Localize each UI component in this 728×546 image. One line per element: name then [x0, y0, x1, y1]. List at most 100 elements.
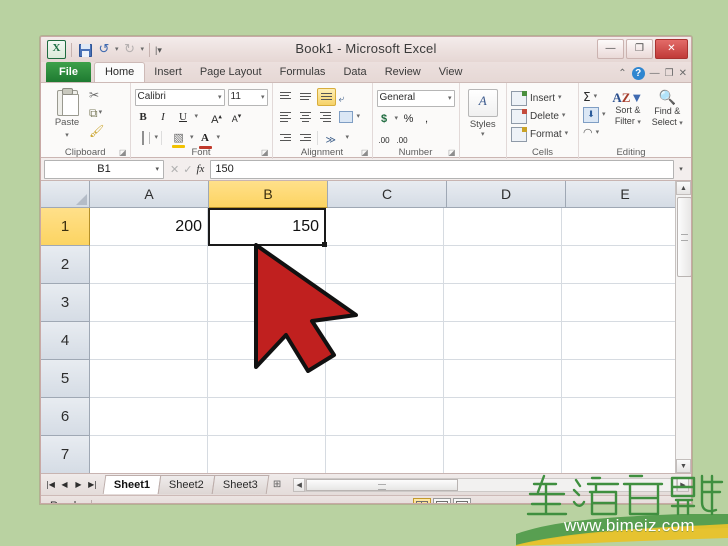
tab-review[interactable]: Review [376, 63, 430, 82]
number-format-combo[interactable]: General ▾ [376, 89, 455, 107]
insert-cells-button[interactable]: Insert ▾ [511, 89, 574, 107]
row-header-7[interactable]: 7 [41, 436, 90, 473]
hscroll-thumb[interactable] [306, 478, 459, 491]
column-header-b[interactable]: B [209, 181, 328, 208]
decrease-indent-button[interactable] [277, 130, 294, 146]
comma-button[interactable]: , [419, 111, 434, 127]
cancel-icon[interactable]: ✕ [170, 163, 179, 176]
tab-formulas[interactable]: Formulas [271, 63, 335, 82]
cell-a7[interactable] [90, 436, 208, 473]
format-caret-icon[interactable]: ▾ [565, 126, 569, 142]
cell-a3[interactable] [90, 284, 208, 322]
copy-button[interactable]: ⧉ ▾ [89, 105, 113, 121]
cell-e2[interactable] [562, 246, 680, 284]
column-header-c[interactable]: C [328, 181, 447, 208]
cell-c3[interactable] [326, 284, 444, 322]
tab-view[interactable]: View [430, 63, 472, 82]
row-header-5[interactable]: 5 [41, 360, 90, 398]
cell-c7[interactable] [326, 436, 444, 473]
page-break-view-button[interactable] [453, 498, 471, 503]
cell-a6[interactable] [90, 398, 208, 436]
font-name-combo[interactable]: Calibri ▾ [134, 88, 225, 106]
currency-button[interactable]: $ [377, 111, 392, 127]
formula-input[interactable]: 150 [210, 159, 674, 179]
doc-restore-icon[interactable]: ❐ [665, 68, 674, 79]
cell-e3[interactable] [562, 284, 680, 322]
tab-home[interactable]: Home [93, 62, 146, 83]
fill-caret-icon[interactable]: ▾ [602, 107, 606, 123]
font-color-caret-icon[interactable]: ▾ [217, 130, 221, 146]
fill-color-caret-icon[interactable]: ▾ [190, 130, 194, 146]
expand-formula-bar-icon[interactable]: ▾ [674, 165, 688, 173]
number-dialog-launcher-icon[interactable]: ◪ [448, 148, 456, 157]
cell-d5[interactable] [444, 360, 562, 398]
sheet-tab-sheet3[interactable]: Sheet3 [211, 475, 270, 494]
autosum-caret-icon[interactable]: ▾ [594, 89, 598, 105]
copy-caret-icon[interactable]: ▾ [99, 105, 103, 121]
align-center-button[interactable] [297, 109, 314, 125]
cell-b4[interactable] [208, 322, 326, 360]
scroll-down-button[interactable]: ▼ [676, 459, 691, 473]
format-painter-button[interactable]: 🖌 [89, 123, 113, 139]
cell-b2[interactable] [208, 246, 326, 284]
merge-center-button[interactable] [337, 109, 354, 125]
find-select-caret-icon[interactable]: ▾ [679, 120, 683, 127]
cell-a2[interactable] [90, 246, 208, 284]
orientation-caret-icon[interactable]: ▾ [346, 130, 350, 146]
horizontal-scrollbar[interactable]: ◀ ▶ [293, 477, 689, 492]
grow-font-button[interactable]: A▴ [208, 109, 225, 126]
find-select-button[interactable]: 🔍 Find & Select ▾ [648, 88, 687, 142]
delete-caret-icon[interactable]: ▾ [562, 108, 566, 124]
clear-button[interactable]: ◠ ▾ [583, 124, 608, 142]
insert-caret-icon[interactable]: ▾ [558, 90, 562, 106]
clipboard-dialog-launcher-icon[interactable]: ◪ [119, 148, 127, 157]
cell-e5[interactable] [562, 360, 680, 398]
font-size-combo[interactable]: 11 ▾ [227, 88, 268, 106]
close-button[interactable]: ✕ [655, 39, 688, 59]
row-header-4[interactable]: 4 [41, 322, 90, 360]
cell-d6[interactable] [444, 398, 562, 436]
normal-view-button[interactable] [413, 498, 431, 503]
delete-cells-button[interactable]: Delete ▾ [511, 107, 574, 125]
cell-d1[interactable] [444, 208, 562, 246]
cell-b5[interactable] [208, 360, 326, 398]
cell-b1[interactable]: 150 [208, 208, 327, 247]
new-sheet-icon[interactable]: ⊞ [267, 479, 287, 490]
paste-button[interactable]: Paste ▾ [45, 85, 89, 141]
column-header-a[interactable]: A [90, 181, 209, 208]
restore-button[interactable]: ❐ [626, 39, 653, 59]
cell-b3[interactable] [208, 284, 326, 322]
align-bottom-button[interactable] [316, 88, 336, 106]
cell-b6[interactable] [208, 398, 326, 436]
page-layout-view-button[interactable] [433, 498, 451, 503]
hscroll-left-button[interactable]: ◀ [293, 477, 306, 492]
cell-c2[interactable] [326, 246, 444, 284]
underline-caret-icon[interactable]: ▾ [195, 109, 199, 125]
cell-d3[interactable] [444, 284, 562, 322]
row-header-3[interactable]: 3 [41, 284, 90, 322]
scroll-up-button[interactable]: ▲ [676, 181, 691, 195]
fill-button[interactable]: ⬇ ▾ [583, 106, 608, 124]
hscroll-right-button[interactable]: ▶ [677, 477, 689, 492]
tab-data[interactable]: Data [334, 63, 375, 82]
cell-a1[interactable]: 200 [90, 208, 208, 246]
cell-e6[interactable] [562, 398, 680, 436]
insert-function-icon[interactable]: fx [196, 163, 204, 175]
sheet-nav-first[interactable]: |◀ [44, 480, 57, 489]
enter-icon[interactable]: ✓ [183, 163, 192, 176]
cell-a4[interactable] [90, 322, 208, 360]
cell-b7[interactable] [208, 436, 326, 473]
cell-e7[interactable] [562, 436, 680, 473]
clear-caret-icon[interactable]: ▾ [596, 125, 600, 141]
cell-e1[interactable] [562, 208, 680, 246]
cell-e4[interactable] [562, 322, 680, 360]
cell-d4[interactable] [444, 322, 562, 360]
minimize-button[interactable]: — [597, 39, 624, 59]
help-icon[interactable]: ? [631, 67, 645, 80]
percent-button[interactable]: % [401, 111, 416, 127]
sheet-nav-prev[interactable]: ◀ [58, 480, 71, 489]
orientation-button[interactable]: ≫ [326, 130, 343, 146]
sheet-tab-sheet1[interactable]: Sheet1 [102, 475, 162, 494]
font-color-button[interactable]: A [197, 130, 214, 149]
decrease-decimal-button[interactable]: .00 [395, 132, 410, 148]
